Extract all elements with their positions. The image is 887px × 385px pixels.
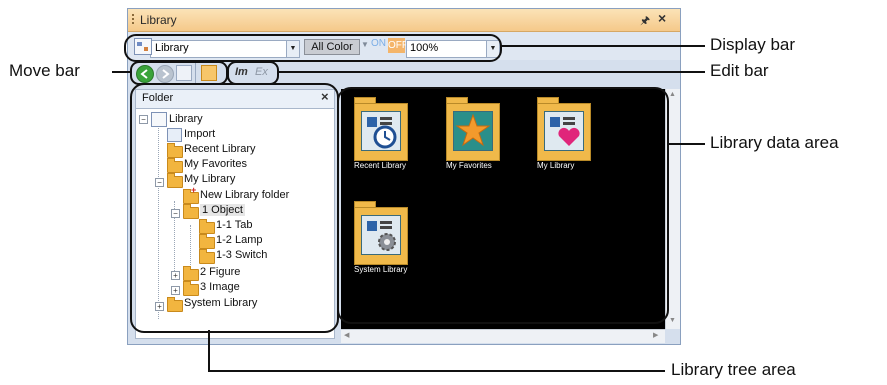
- close-icon[interactable]: ×: [658, 10, 666, 26]
- leader-line: [208, 370, 665, 372]
- library-tree-area-callout: Library tree area: [671, 360, 796, 379]
- scroll-left-icon[interactable]: ◀: [344, 331, 349, 339]
- leader-line: [667, 143, 705, 145]
- pin-icon[interactable]: 🖈: [640, 12, 650, 31]
- edit-bar-highlight: [227, 61, 279, 85]
- library-data-highlight: [337, 87, 669, 324]
- library-data-area-callout: Library data area: [710, 133, 839, 152]
- horizontal-scrollbar[interactable]: ◀ ▶: [341, 329, 665, 343]
- edit-bar-callout: Edit bar: [710, 61, 769, 80]
- leader-line: [208, 330, 210, 372]
- leader-line: [112, 71, 130, 73]
- leader-line: [277, 71, 705, 73]
- library-tree-highlight: [130, 83, 339, 333]
- scroll-up-icon[interactable]: ▲: [669, 91, 676, 98]
- grip-handle[interactable]: [132, 14, 134, 26]
- display-bar-callout: Display bar: [710, 35, 796, 54]
- scroll-down-icon[interactable]: ▼: [669, 317, 676, 324]
- window-title: Library: [140, 13, 177, 27]
- move-bar-highlight: [130, 61, 228, 85]
- leader-line: [500, 45, 705, 47]
- scroll-right-icon[interactable]: ▶: [653, 331, 658, 339]
- move-bar-callout: Move bar: [9, 61, 80, 80]
- display-bar-highlight: [124, 34, 502, 62]
- title-bar[interactable]: Library 🖈 ×: [128, 9, 680, 32]
